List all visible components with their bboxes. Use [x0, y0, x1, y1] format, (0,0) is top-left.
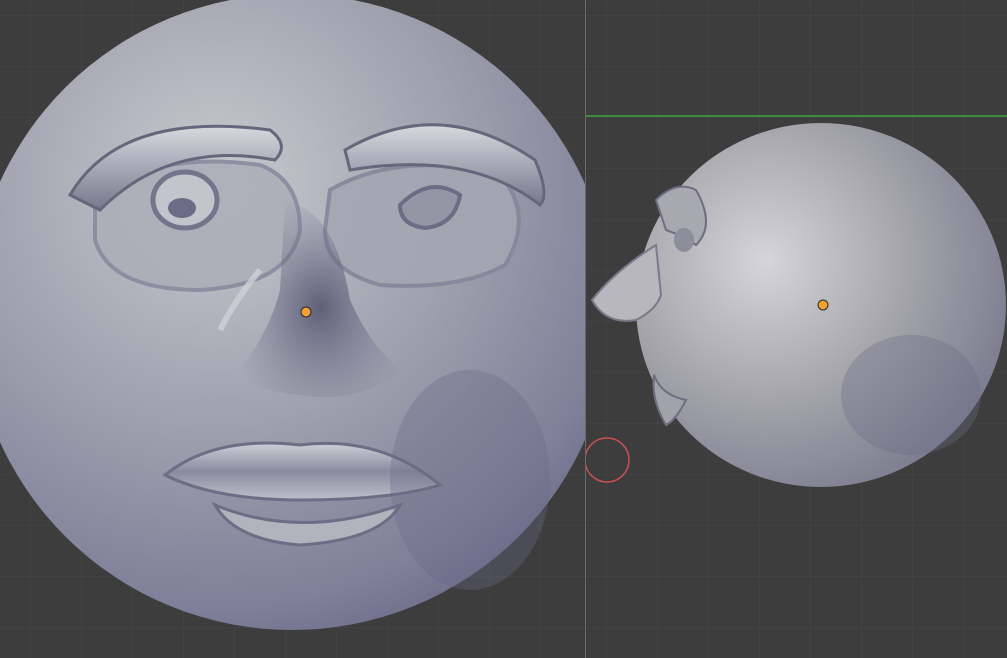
origin-dot-icon[interactable] — [300, 306, 312, 318]
left-pupil — [168, 198, 196, 218]
side-view-canvas[interactable] — [586, 0, 1007, 658]
front-view-canvas[interactable] — [0, 0, 585, 658]
viewport-side[interactable] — [586, 0, 1007, 658]
side-eye — [674, 228, 694, 252]
origin-dot-icon[interactable] — [817, 299, 829, 311]
blender-workspace — [0, 0, 1007, 658]
moon-face-front[interactable] — [0, 0, 585, 630]
viewport-front[interactable] — [0, 0, 585, 658]
